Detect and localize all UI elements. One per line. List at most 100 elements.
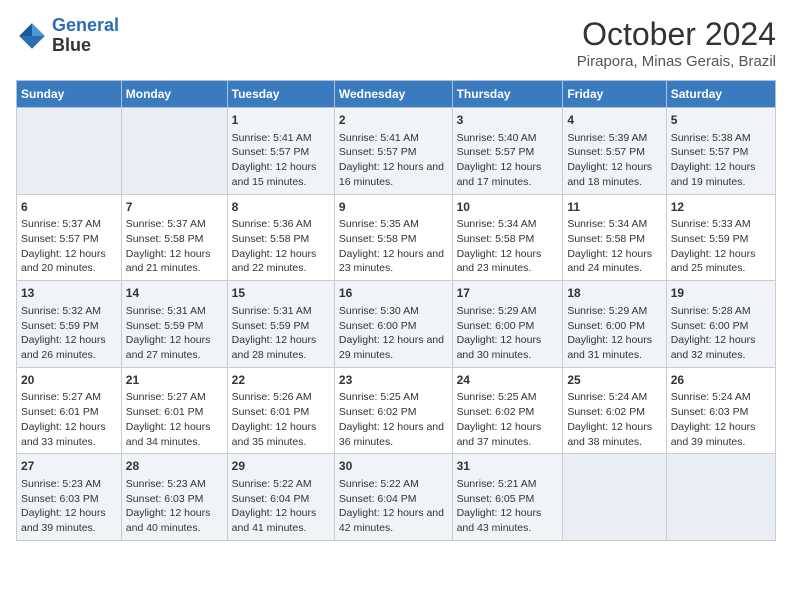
day-number: 13 xyxy=(21,285,117,302)
sunset-text: Sunset: 5:58 PM xyxy=(339,232,448,247)
day-number: 16 xyxy=(339,285,448,302)
sunrise-text: Sunrise: 5:41 AM xyxy=(339,131,448,146)
sunset-text: Sunset: 5:57 PM xyxy=(339,145,448,160)
day-number: 19 xyxy=(671,285,771,302)
day-number: 24 xyxy=(457,372,559,389)
day-cell: 11Sunrise: 5:34 AMSunset: 5:58 PMDayligh… xyxy=(563,194,666,281)
day-number: 17 xyxy=(457,285,559,302)
day-number: 27 xyxy=(21,458,117,475)
daylight-text: Daylight: 12 hours and 20 minutes. xyxy=(21,247,117,276)
sunset-text: Sunset: 5:58 PM xyxy=(232,232,330,247)
day-cell: 28Sunrise: 5:23 AMSunset: 6:03 PMDayligh… xyxy=(121,454,227,541)
day-cell: 23Sunrise: 5:25 AMSunset: 6:02 PMDayligh… xyxy=(334,367,452,454)
daylight-text: Daylight: 12 hours and 33 minutes. xyxy=(21,420,117,449)
day-cell: 4Sunrise: 5:39 AMSunset: 5:57 PMDaylight… xyxy=(563,108,666,195)
day-cell: 15Sunrise: 5:31 AMSunset: 5:59 PMDayligh… xyxy=(227,281,334,368)
sunset-text: Sunset: 6:02 PM xyxy=(339,405,448,420)
week-row-5: 27Sunrise: 5:23 AMSunset: 6:03 PMDayligh… xyxy=(17,454,776,541)
logo-icon xyxy=(16,20,48,52)
day-cell: 17Sunrise: 5:29 AMSunset: 6:00 PMDayligh… xyxy=(452,281,563,368)
day-number: 22 xyxy=(232,372,330,389)
sunset-text: Sunset: 5:57 PM xyxy=(232,145,330,160)
daylight-text: Daylight: 12 hours and 32 minutes. xyxy=(671,333,771,362)
sunrise-text: Sunrise: 5:36 AM xyxy=(232,217,330,232)
daylight-text: Daylight: 12 hours and 27 minutes. xyxy=(126,333,223,362)
sunset-text: Sunset: 6:01 PM xyxy=(126,405,223,420)
sunset-text: Sunset: 6:00 PM xyxy=(339,319,448,334)
sunset-text: Sunset: 6:04 PM xyxy=(232,492,330,507)
week-row-3: 13Sunrise: 5:32 AMSunset: 5:59 PMDayligh… xyxy=(17,281,776,368)
day-cell: 5Sunrise: 5:38 AMSunset: 5:57 PMDaylight… xyxy=(666,108,775,195)
sunrise-text: Sunrise: 5:21 AM xyxy=(457,477,559,492)
sunset-text: Sunset: 6:02 PM xyxy=(457,405,559,420)
daylight-text: Daylight: 12 hours and 37 minutes. xyxy=(457,420,559,449)
day-number: 14 xyxy=(126,285,223,302)
week-row-2: 6Sunrise: 5:37 AMSunset: 5:57 PMDaylight… xyxy=(17,194,776,281)
logo: General Blue xyxy=(16,16,119,56)
header-cell-thursday: Thursday xyxy=(452,81,563,108)
daylight-text: Daylight: 12 hours and 24 minutes. xyxy=(567,247,661,276)
sunrise-text: Sunrise: 5:24 AM xyxy=(671,390,771,405)
daylight-text: Daylight: 12 hours and 42 minutes. xyxy=(339,506,448,535)
sunset-text: Sunset: 5:57 PM xyxy=(567,145,661,160)
sunrise-text: Sunrise: 5:30 AM xyxy=(339,304,448,319)
sunset-text: Sunset: 6:00 PM xyxy=(457,319,559,334)
day-cell: 30 Sunrise: 5:22 AMSunset: 6:04 PMDayligh… xyxy=(334,454,452,541)
day-cell: 29Sunrise: 5:22 AMSunset: 6:04 PMDayligh… xyxy=(227,454,334,541)
daylight-text: Daylight: 12 hours and 25 minutes. xyxy=(671,247,771,276)
header-cell-saturday: Saturday xyxy=(666,81,775,108)
logo-line2: Blue xyxy=(52,36,119,56)
daylight-text: Daylight: 12 hours and 16 minutes. xyxy=(339,160,448,189)
sunset-text: Sunset: 5:57 PM xyxy=(457,145,559,160)
daylight-text: Daylight: 12 hours and 28 minutes. xyxy=(232,333,330,362)
day-cell: 21Sunrise: 5:27 AMSunset: 6:01 PMDayligh… xyxy=(121,367,227,454)
day-cell: 31Sunrise: 5:21 AMSunset: 6:05 PMDayligh… xyxy=(452,454,563,541)
day-cell: 2Sunrise: 5:41 AMSunset: 5:57 PMDaylight… xyxy=(334,108,452,195)
day-number: 30 xyxy=(339,458,448,475)
sunrise-text: Sunrise: 5:37 AM xyxy=(21,217,117,232)
daylight-text: Daylight: 12 hours and 36 minutes. xyxy=(339,420,448,449)
daylight-text: Daylight: 12 hours and 39 minutes. xyxy=(671,420,771,449)
daylight-text: Daylight: 12 hours and 38 minutes. xyxy=(567,420,661,449)
day-number: 31 xyxy=(457,458,559,475)
day-number: 20 xyxy=(21,372,117,389)
daylight-text: Daylight: 12 hours and 43 minutes. xyxy=(457,506,559,535)
calendar-table: SundayMondayTuesdayWednesdayThursdayFrid… xyxy=(16,80,776,541)
sunset-text: Sunset: 6:03 PM xyxy=(126,492,223,507)
daylight-text: Daylight: 12 hours and 29 minutes. xyxy=(339,333,448,362)
sunset-text: Sunset: 6:02 PM xyxy=(567,405,661,420)
daylight-text: Daylight: 12 hours and 41 minutes. xyxy=(232,506,330,535)
daylight-text: Daylight: 12 hours and 17 minutes. xyxy=(457,160,559,189)
day-cell: 13Sunrise: 5:32 AMSunset: 5:59 PMDayligh… xyxy=(17,281,122,368)
sunset-text: Sunset: 6:01 PM xyxy=(21,405,117,420)
day-number: 10 xyxy=(457,199,559,216)
sunrise-text: Sunrise: 5:37 AM xyxy=(126,217,223,232)
sunrise-text: Sunrise: 5:28 AM xyxy=(671,304,771,319)
day-cell: 14Sunrise: 5:31 AMSunset: 5:59 PMDayligh… xyxy=(121,281,227,368)
day-number: 3 xyxy=(457,112,559,129)
day-number: 28 xyxy=(126,458,223,475)
daylight-text: Daylight: 12 hours and 19 minutes. xyxy=(671,160,771,189)
day-cell: 19Sunrise: 5:28 AMSunset: 6:00 PMDayligh… xyxy=(666,281,775,368)
day-cell xyxy=(666,454,775,541)
sunrise-text: Sunrise: 5:27 AM xyxy=(126,390,223,405)
day-number: 9 xyxy=(339,199,448,216)
day-cell: 20Sunrise: 5:27 AMSunset: 6:01 PMDayligh… xyxy=(17,367,122,454)
sunrise-text: Sunrise: 5:26 AM xyxy=(232,390,330,405)
logo-text: General Blue xyxy=(52,16,119,56)
sunset-text: Sunset: 5:59 PM xyxy=(671,232,771,247)
daylight-text: Daylight: 12 hours and 15 minutes. xyxy=(232,160,330,189)
sunrise-text: Sunrise: 5:35 AM xyxy=(339,217,448,232)
sunset-text: Sunset: 5:57 PM xyxy=(21,232,117,247)
title-block: October 2024 Pirapora, Minas Gerais, Bra… xyxy=(577,16,776,70)
day-number: 11 xyxy=(567,199,661,216)
sunset-text: Sunset: 5:58 PM xyxy=(457,232,559,247)
sunset-text: Sunset: 5:58 PM xyxy=(567,232,661,247)
sunset-text: Sunset: 5:57 PM xyxy=(671,145,771,160)
sunset-text: Sunset: 6:04 PM xyxy=(339,492,448,507)
header-cell-sunday: Sunday xyxy=(17,81,122,108)
sunrise-text: Sunrise: 5:25 AM xyxy=(457,390,559,405)
sunrise-text: Sunrise: 5:22 AM xyxy=(339,477,448,492)
sunset-text: Sunset: 6:03 PM xyxy=(21,492,117,507)
day-number: 4 xyxy=(567,112,661,129)
